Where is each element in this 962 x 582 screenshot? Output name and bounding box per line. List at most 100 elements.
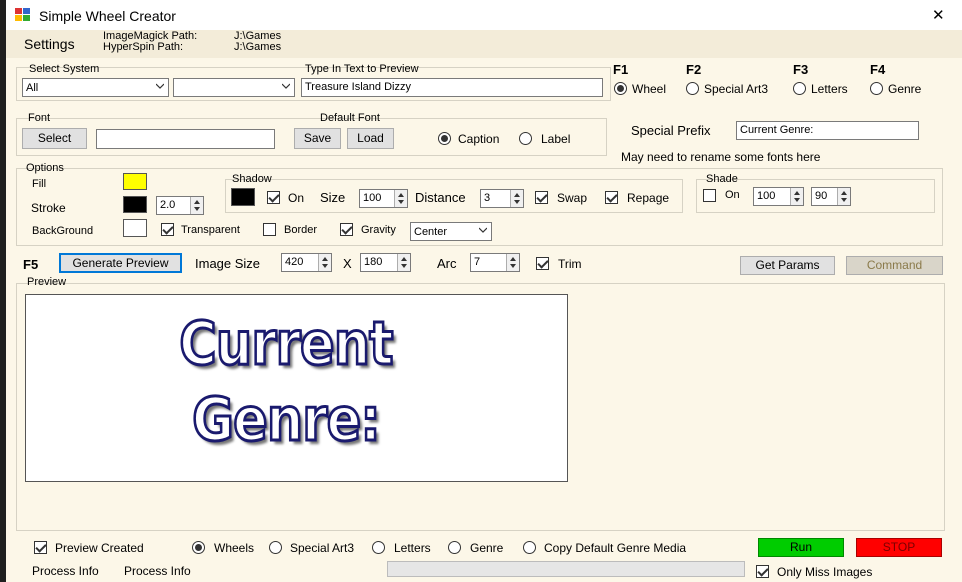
background-color-swatch[interactable] <box>123 219 147 237</box>
preview-line2: Genre: <box>191 384 382 457</box>
shadow-label: Shadow <box>232 173 272 185</box>
gravity-label: Gravity <box>361 224 396 236</box>
mode-special-art3-label: Special Art3 <box>704 82 769 96</box>
mode-genre-label: Genre <box>888 82 922 96</box>
chevron-down-icon <box>156 83 164 89</box>
font-select-button[interactable]: Select <box>22 128 87 149</box>
mode-special-art3-radio[interactable] <box>686 82 699 95</box>
shadow-distance-label: Distance <box>415 190 466 205</box>
shadow-distance-spinner[interactable]: 3 <box>480 189 524 208</box>
f2-key-label: F2 <box>686 62 702 77</box>
gravity-select-value: Center <box>414 226 448 238</box>
trim-checkbox[interactable] <box>536 257 549 270</box>
bottom-letters-label: Letters <box>394 541 431 555</box>
stop-button[interactable]: STOP <box>856 538 942 557</box>
fill-color-swatch[interactable] <box>123 173 147 190</box>
preview-label: Preview <box>27 276 67 288</box>
bottom-genre-radio[interactable] <box>448 541 461 554</box>
gravity-checkbox[interactable] <box>340 223 353 236</box>
system-select[interactable]: All <box>22 78 169 97</box>
font-load-button[interactable]: Load <box>347 128 394 149</box>
close-icon[interactable]: ✕ <box>932 6 945 24</box>
shadow-swap-checkbox[interactable] <box>535 191 548 204</box>
shade-on-checkbox[interactable] <box>703 189 716 202</box>
gravity-select[interactable]: Center <box>410 222 492 241</box>
mode-letters-radio[interactable] <box>793 82 806 95</box>
hyperspin-path-value: J:\Games <box>234 41 282 53</box>
mode-wheel-radio[interactable] <box>614 82 627 95</box>
border-label: Border <box>284 224 318 236</box>
preview-text-input[interactable]: Treasure Island Dizzy <box>301 78 603 97</box>
shade-on-label: On <box>725 189 740 201</box>
title-bar: Simple Wheel Creator ✕ <box>6 0 962 30</box>
chevron-down-icon <box>479 227 487 233</box>
stroke-width-spinner[interactable]: 2.0 <box>156 196 204 215</box>
shade-value1-spinner[interactable]: 100 <box>753 187 804 206</box>
stroke-color-swatch[interactable] <box>123 196 147 213</box>
special-prefix-input[interactable]: Current Genre: <box>736 121 919 140</box>
only-miss-images-checkbox[interactable] <box>756 565 769 578</box>
shadow-swap-label: Swap <box>557 191 588 205</box>
special-prefix-label: Special Prefix <box>631 123 711 138</box>
default-font-label: Default Font <box>320 112 380 124</box>
progress-bar <box>387 561 745 577</box>
bottom-wheels-label: Wheels <box>214 541 255 555</box>
f4-key-label: F4 <box>870 62 886 77</box>
shadow-repage-checkbox[interactable] <box>605 191 618 204</box>
mode-letters-label: Letters <box>811 82 848 96</box>
shadow-color-swatch[interactable] <box>231 188 255 206</box>
bottom-special-art3-label: Special Art3 <box>290 541 355 555</box>
f5-key-label: F5 <box>23 257 39 272</box>
preview-created-checkbox[interactable] <box>34 541 47 554</box>
only-miss-images-label: Only Miss Images <box>777 565 873 579</box>
f3-key-label: F3 <box>793 62 809 77</box>
generate-preview-button[interactable]: Generate Preview <box>59 253 182 273</box>
shadow-on-checkbox[interactable] <box>267 191 280 204</box>
stroke-label: Stroke <box>31 201 66 215</box>
system-subselect[interactable] <box>173 78 295 97</box>
stroke-width-value: 2.0 <box>160 199 176 211</box>
preview-created-label: Preview Created <box>55 541 144 555</box>
font-name-input[interactable] <box>96 129 275 149</box>
mode-genre-radio[interactable] <box>870 82 883 95</box>
window-title: Simple Wheel Creator <box>39 8 176 24</box>
shadow-repage-label: Repage <box>627 191 670 205</box>
label-radio[interactable] <box>519 132 532 145</box>
caption-radio[interactable] <box>438 132 451 145</box>
app-window: Simple Wheel Creator ✕ Settings ImageMag… <box>6 0 962 582</box>
bottom-letters-radio[interactable] <box>372 541 385 554</box>
shade-label: Shade <box>706 173 738 185</box>
copy-default-genre-radio[interactable] <box>523 541 536 554</box>
process-info-1: Process Info <box>32 564 99 578</box>
image-height-spinner[interactable]: 180 <box>360 253 411 272</box>
image-size-label: Image Size <box>195 256 261 271</box>
shadow-on-label: On <box>288 191 305 205</box>
image-width-spinner[interactable]: 420 <box>281 253 332 272</box>
command-button[interactable]: Command <box>846 256 943 275</box>
image-height-value: 180 <box>364 256 383 268</box>
hyperspin-path-label: HyperSpin Path: <box>103 41 184 53</box>
menu-settings[interactable]: Settings <box>24 36 75 52</box>
system-select-value: All <box>26 82 39 94</box>
border-checkbox[interactable] <box>263 223 276 236</box>
arc-spinner[interactable]: 7 <box>470 253 520 272</box>
mode-wheel-label: Wheel <box>632 82 667 96</box>
fill-label: Fill <box>32 178 47 190</box>
bottom-wheels-radio[interactable] <box>192 541 205 554</box>
transparent-checkbox[interactable] <box>161 223 174 236</box>
size-separator: X <box>343 256 352 271</box>
shadow-size-spinner[interactable]: 100 <box>359 189 408 208</box>
select-system-label: Select System <box>29 63 100 75</box>
trim-label: Trim <box>558 257 582 271</box>
preview-line1: Current <box>178 308 395 381</box>
label-option-label: Label <box>541 132 571 146</box>
run-button[interactable]: Run <box>758 538 844 557</box>
preview-text-label: Type In Text to Preview <box>305 63 419 75</box>
rename-fonts-note: May need to rename some fonts here <box>621 150 821 164</box>
font-save-button[interactable]: Save <box>294 128 341 149</box>
shadow-size-label: Size <box>320 190 346 205</box>
shadow-distance-value: 3 <box>484 192 491 204</box>
shade-value2-spinner[interactable]: 90 <box>811 187 851 206</box>
get-params-button[interactable]: Get Params <box>740 256 835 275</box>
bottom-special-art3-radio[interactable] <box>269 541 282 554</box>
